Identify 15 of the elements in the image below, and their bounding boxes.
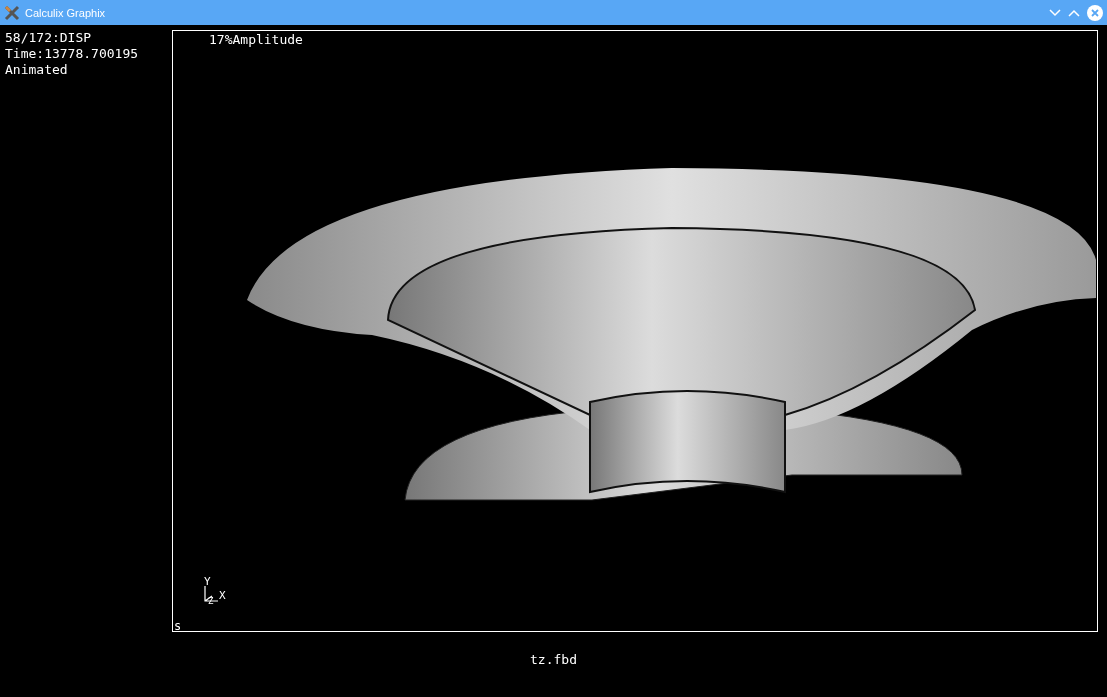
axis-label: Z [208,596,214,607]
corner-label: s [174,619,182,631]
crossed-tools-icon [4,4,20,21]
status-text: Animated [5,62,69,78]
axis-label: Y [204,576,211,587]
maximize-chevron-icon[interactable] [1068,8,1080,17]
amplitude-label: 17%Amplitude [209,32,303,47]
axis-label: X [219,590,226,601]
minimize-chevron-icon[interactable] [1049,8,1061,17]
status-text: Time:13778.700195 [5,46,140,62]
status-text: 58/172:DISP [5,30,93,46]
file-name-label: tz.fbd [530,652,577,667]
close-icon[interactable] [1087,4,1103,21]
axis-triad-icon [204,586,218,602]
window-title: Calculix Graphix [25,6,106,19]
